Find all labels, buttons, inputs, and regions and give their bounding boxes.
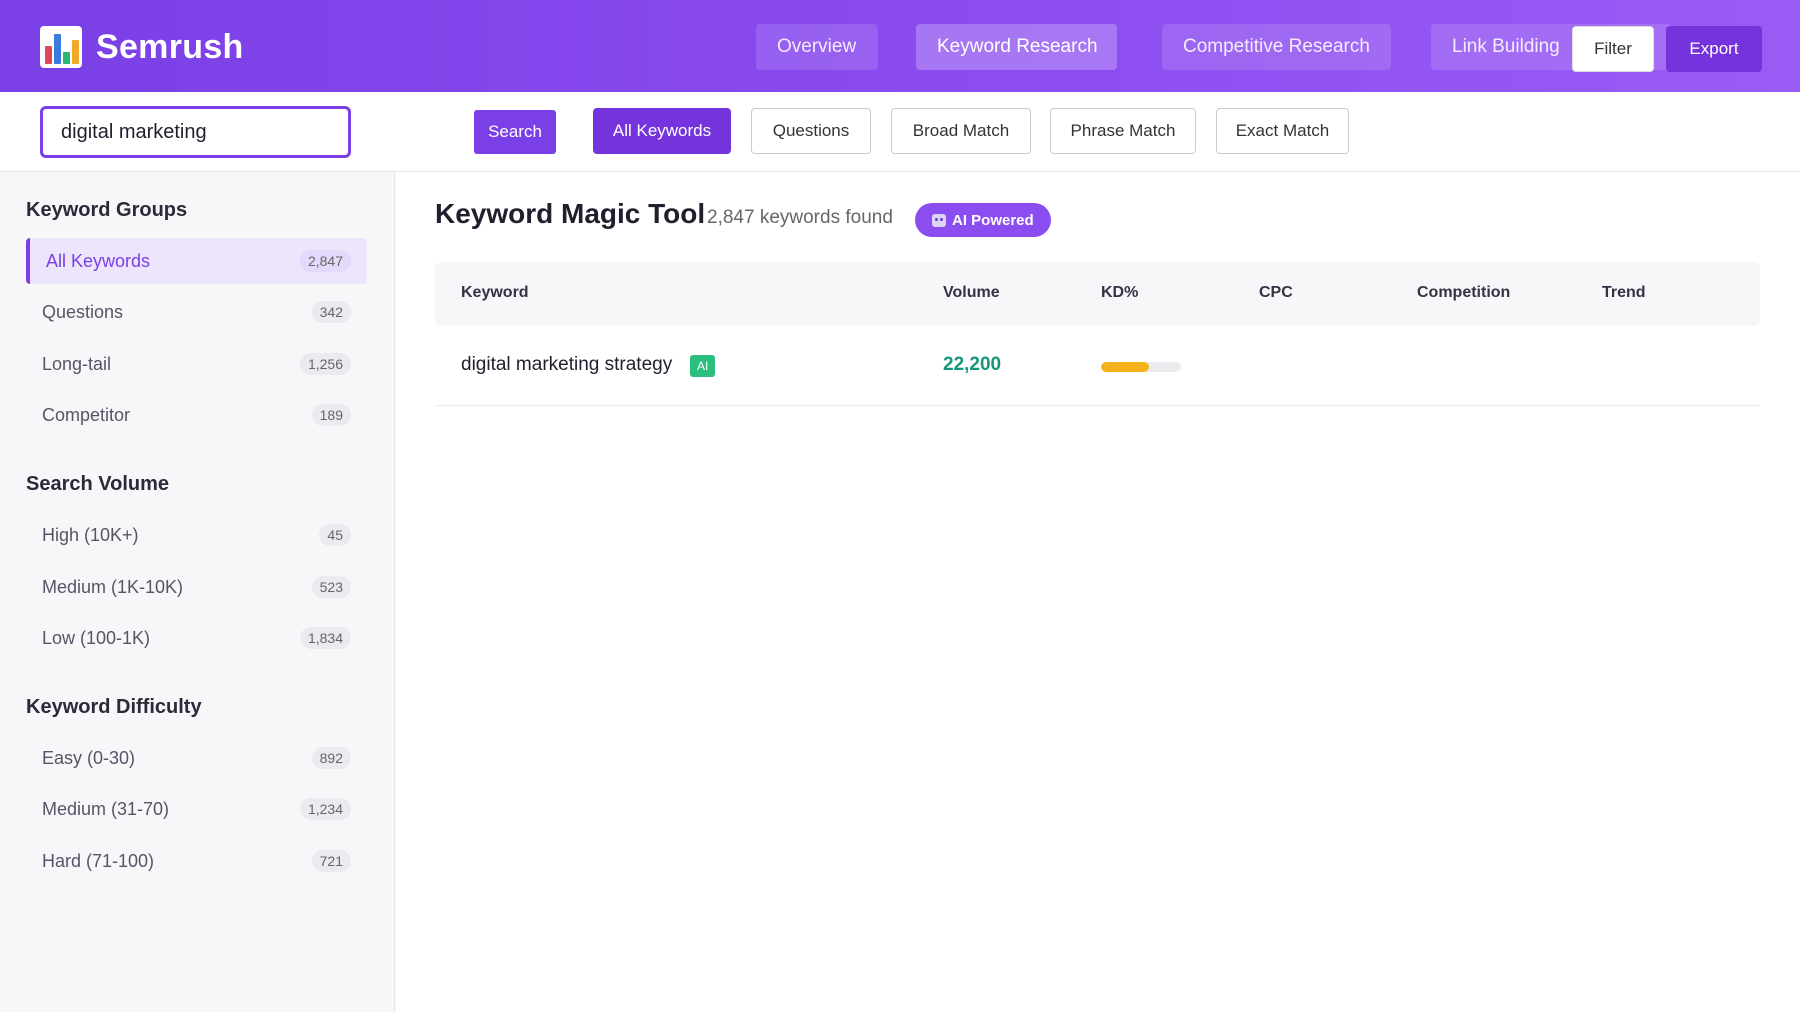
sidebar-item-label: Hard (71-100)	[42, 850, 155, 871]
table-header: Keyword Volume KD% CPC Competition Trend	[435, 262, 1760, 326]
chip-questions[interactable]: Questions	[751, 108, 871, 154]
column-header-cpc[interactable]: CPC	[1259, 284, 1293, 302]
kd-progress-bar	[1101, 362, 1181, 372]
column-header-competition[interactable]: Competition	[1417, 284, 1510, 302]
volume-value: 22,200	[943, 354, 1002, 375]
count-badge: 721	[311, 850, 351, 872]
sidebar-item-difficulty-easy[interactable]: Easy (0-30) 892	[26, 735, 367, 781]
search-toolbar: Search All Keywords Questions Broad Matc…	[0, 92, 1800, 172]
nav-tab-keyword-research[interactable]: Keyword Research	[916, 24, 1117, 70]
ai-badge-label: AI Powered	[952, 211, 1034, 229]
ai-powered-badge: AI Powered	[915, 203, 1051, 237]
sidebar-item-label: All Keywords	[46, 250, 151, 271]
sidebar-item-volume-high[interactable]: High (10K+) 45	[26, 512, 367, 558]
sidebar-item-label: Questions	[42, 301, 124, 322]
sidebar-item-questions[interactable]: Questions 342	[26, 289, 367, 335]
count-badge: 892	[311, 747, 351, 769]
column-header-trend[interactable]: Trend	[1602, 284, 1646, 302]
sidebar-item-label: High (10K+)	[42, 524, 139, 545]
count-badge: 1,256	[299, 353, 351, 375]
robot-icon	[932, 213, 946, 227]
bar-chart-logo-icon	[40, 26, 82, 68]
table-row[interactable]: digital marketing strategy AI 22,200	[435, 326, 1760, 406]
sidebar-item-difficulty-hard[interactable]: Hard (71-100) 721	[26, 838, 367, 884]
count-badge: 523	[311, 576, 351, 598]
export-button[interactable]: Export	[1666, 26, 1762, 72]
chip-broad-match[interactable]: Broad Match	[891, 108, 1031, 154]
sidebar-item-long-tail[interactable]: Long-tail 1,256	[26, 341, 367, 387]
count-badge: 2,847	[299, 250, 351, 272]
count-badge: 45	[319, 524, 351, 546]
filter-sidebar: Keyword Groups All Keywords 2,847 Questi…	[0, 172, 395, 1012]
keyword-link[interactable]: digital marketing strategy	[461, 354, 672, 376]
main-content: Keyword Magic Tool 2,847 keywords found …	[396, 172, 1800, 1012]
chip-all-keywords[interactable]: All Keywords	[593, 108, 731, 154]
filter-button[interactable]: Filter	[1572, 26, 1654, 72]
results-count: 2,847 keywords found	[707, 207, 893, 228]
section-title-keyword-groups: Keyword Groups	[26, 199, 188, 221]
nav-tab-competitive-research[interactable]: Competitive Research	[1162, 24, 1391, 70]
count-badge: 342	[311, 301, 351, 323]
keyword-search-input[interactable]	[40, 106, 351, 158]
chip-exact-match[interactable]: Exact Match	[1216, 108, 1349, 154]
brand[interactable]: Semrush	[40, 26, 244, 68]
kd-progress-fill	[1101, 362, 1149, 372]
sidebar-item-label: Long-tail	[42, 353, 112, 374]
column-header-volume[interactable]: Volume	[943, 284, 1000, 302]
top-nav-bar: Semrush Overview Keyword Research Compet…	[0, 0, 1800, 92]
ai-tag: AI	[690, 355, 716, 377]
section-title-keyword-difficulty: Keyword Difficulty	[26, 696, 202, 718]
sidebar-item-volume-medium[interactable]: Medium (1K-10K) 523	[26, 564, 367, 610]
sidebar-item-volume-low[interactable]: Low (100-1K) 1,834	[26, 615, 367, 661]
count-badge: 1,834	[299, 627, 351, 649]
column-header-keyword[interactable]: Keyword	[461, 284, 529, 302]
sidebar-item-label: Medium (1K-10K)	[42, 576, 184, 597]
count-badge: 1,234	[299, 798, 351, 820]
sidebar-item-difficulty-medium[interactable]: Medium (31-70) 1,234	[26, 786, 367, 832]
search-button[interactable]: Search	[474, 110, 556, 154]
section-title-search-volume: Search Volume	[26, 473, 170, 495]
chip-phrase-match[interactable]: Phrase Match	[1050, 108, 1196, 154]
count-badge: 189	[311, 404, 351, 426]
sidebar-item-label: Competitor	[42, 404, 131, 425]
column-header-kd[interactable]: KD%	[1101, 284, 1138, 302]
nav-tab-overview[interactable]: Overview	[756, 24, 878, 70]
page-title: Keyword Magic Tool	[435, 198, 706, 229]
sidebar-item-label: Low (100-1K)	[42, 627, 151, 648]
sidebar-item-label: Easy (0-30)	[42, 747, 136, 768]
sidebar-item-label: Medium (31-70)	[42, 798, 170, 819]
sidebar-item-all-keywords[interactable]: All Keywords 2,847	[26, 238, 367, 284]
brand-name: Semrush	[96, 27, 244, 66]
sidebar-item-competitor[interactable]: Competitor 189	[26, 392, 367, 438]
